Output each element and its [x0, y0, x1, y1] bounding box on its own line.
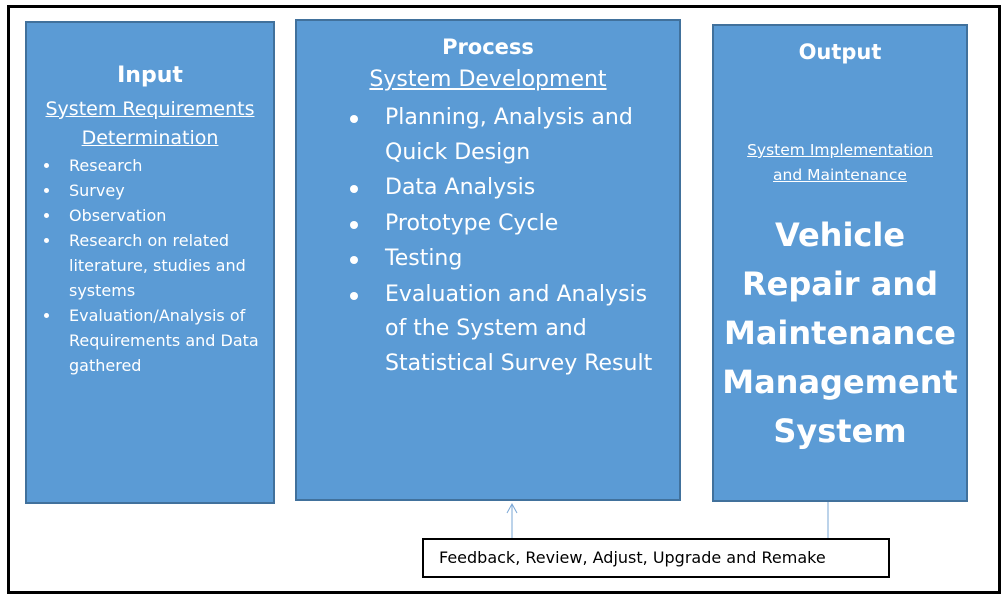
feedback-box: Feedback, Review, Adjust, Upgrade and Re… [422, 538, 890, 578]
connectors [506, 502, 829, 538]
